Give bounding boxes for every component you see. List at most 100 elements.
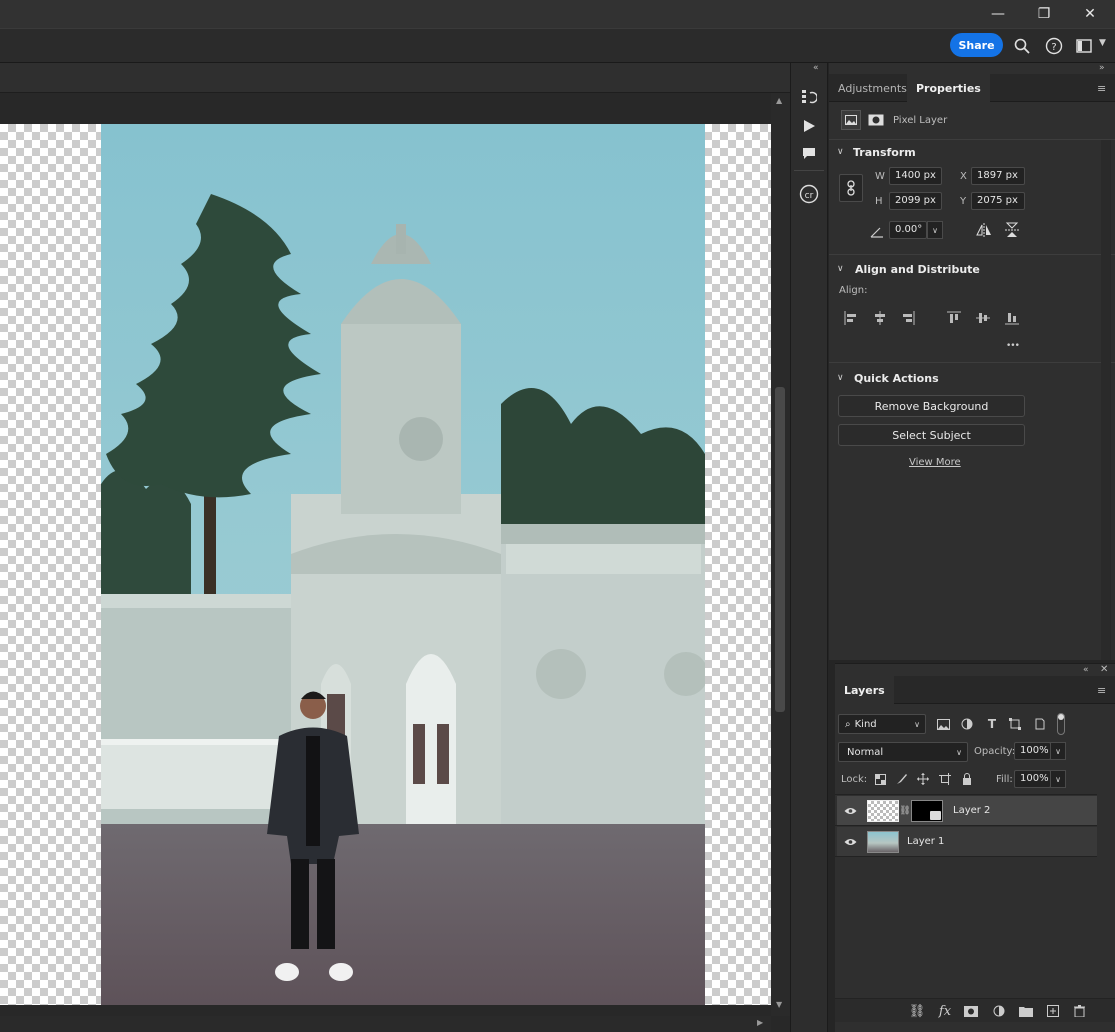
collapse-panels-icon[interactable]: « [813, 63, 819, 73]
opacity-dropdown[interactable]: ∨ [1050, 742, 1066, 760]
search-icon[interactable] [1011, 35, 1033, 57]
chevron-down-icon[interactable]: ∨ [837, 373, 844, 383]
properties-scrollbar[interactable] [1101, 140, 1111, 660]
angle-dropdown[interactable]: ∨ [927, 221, 943, 239]
scroll-up-icon[interactable]: ▲ [776, 96, 782, 105]
creative-cloud-libraries-icon[interactable]: cr [798, 183, 820, 205]
filter-shape-icon[interactable] [1006, 715, 1024, 733]
view-more-link[interactable]: View More [909, 457, 961, 468]
close-window-button[interactable]: ✕ [1067, 0, 1113, 28]
share-button[interactable]: Share [950, 33, 1003, 57]
eye-icon[interactable] [837, 838, 863, 846]
remove-background-button[interactable]: Remove Background [838, 395, 1025, 417]
tab-layers[interactable]: Layers [835, 676, 894, 704]
comments-icon[interactable] [798, 143, 820, 165]
delete-layer-icon[interactable] [1070, 1002, 1088, 1020]
link-layers-icon[interactable]: ⛓ [908, 1002, 926, 1020]
scroll-right-icon[interactable]: ▶ [757, 1018, 763, 1027]
layer-row-layer-1[interactable]: Layer 1 [837, 827, 1097, 856]
history-icon[interactable] [798, 86, 820, 108]
layer-filter-dropdown[interactable]: ⌕ Kind ∨ [838, 714, 926, 734]
flip-horizontal-icon[interactable] [975, 221, 993, 239]
height-field[interactable]: 2099 px [889, 192, 942, 210]
panel-icon-strip [790, 63, 828, 1032]
chevron-down-icon[interactable]: ∨ [837, 264, 844, 274]
layer-name[interactable]: Layer 1 [907, 836, 944, 847]
scroll-down-icon[interactable]: ▼ [776, 1000, 782, 1009]
mask-badge-icon [930, 810, 941, 820]
align-label: Align: [839, 285, 868, 296]
filter-type-icon[interactable]: T [983, 715, 1001, 733]
fx-icon[interactable]: fx [936, 1002, 954, 1020]
lock-artboard-icon[interactable] [936, 770, 954, 788]
lock-all-icon[interactable] [958, 770, 976, 788]
align-left-edges-icon[interactable] [842, 309, 860, 327]
align-section-title[interactable]: Align and Distribute [855, 263, 980, 276]
divider [829, 362, 1115, 363]
layer-mask-thumbnail[interactable] [911, 799, 943, 822]
more-align-options-button[interactable]: ••• [1006, 341, 1020, 351]
filter-smart-object-icon[interactable] [1031, 715, 1049, 733]
minimize-button[interactable]: — [975, 0, 1021, 28]
opacity-field[interactable]: 100% [1014, 742, 1051, 760]
chain-link-icon[interactable]: ⛓ [899, 806, 911, 816]
transform-section-title[interactable]: Transform [853, 146, 916, 159]
quick-actions-section-title[interactable]: Quick Actions [854, 372, 939, 385]
new-group-icon[interactable] [1017, 1002, 1035, 1020]
flip-vertical-icon[interactable] [1003, 221, 1021, 239]
expand-panels-icon[interactable]: » [1099, 63, 1105, 73]
chevron-down-icon[interactable]: ∨ [837, 147, 844, 157]
chevron-down-icon: ∨ [914, 719, 920, 729]
collapse-layers-icon[interactable]: « [1083, 665, 1089, 675]
align-bottom-edges-icon[interactable] [1003, 309, 1021, 327]
angle-icon [870, 223, 884, 242]
add-mask-icon[interactable] [962, 1002, 980, 1020]
align-top-edges-icon[interactable] [945, 309, 963, 327]
blend-mode-dropdown[interactable]: Normal ∨ [838, 742, 968, 762]
layers-menu-icon[interactable]: ≡ [1097, 684, 1106, 697]
divider [835, 794, 1097, 795]
angle-field[interactable]: 0.00° [889, 221, 927, 239]
canvas-photo[interactable] [101, 124, 705, 1005]
align-right-edges-icon[interactable] [899, 309, 917, 327]
restore-button[interactable]: ❐ [1021, 0, 1067, 28]
align-vertical-centers-icon[interactable] [974, 309, 992, 327]
layer-row-layer-2[interactable]: ⛓ Layer 2 [837, 796, 1097, 825]
link-dimensions-icon[interactable] [839, 174, 863, 202]
select-subject-button[interactable]: Select Subject [838, 424, 1025, 446]
play-actions-icon[interactable] [798, 115, 820, 137]
new-layer-icon[interactable] [1044, 1002, 1062, 1020]
title-bar [0, 0, 1115, 28]
help-icon[interactable]: ? [1043, 35, 1065, 57]
eye-icon[interactable] [837, 807, 863, 815]
lock-image-pixels-icon[interactable] [893, 770, 911, 788]
fill-dropdown[interactable]: ∨ [1050, 770, 1066, 788]
lock-transparent-pixels-icon[interactable] [871, 770, 889, 788]
pixel-layer-icon [841, 110, 861, 130]
adjustment-layer-icon[interactable] [990, 1002, 1008, 1020]
tab-properties[interactable]: Properties [907, 74, 990, 102]
layer-mask-icon[interactable] [866, 110, 886, 130]
layer-name[interactable]: Layer 2 [953, 805, 990, 816]
vertical-scroll-thumb[interactable] [775, 387, 785, 712]
y-position-field[interactable]: 2075 px [971, 192, 1025, 210]
strip-divider [794, 170, 824, 171]
horizontal-scrollbar[interactable] [0, 1016, 771, 1032]
y-label: Y [960, 196, 967, 207]
fill-field[interactable]: 100% [1014, 770, 1051, 788]
divider [835, 825, 1097, 826]
document-tab-strip [0, 63, 790, 93]
filter-pixel-icon[interactable] [934, 715, 952, 733]
tab-adjustments[interactable]: Adjustments [829, 74, 916, 102]
align-horizontal-centers-icon[interactable] [871, 309, 889, 327]
panel-menu-icon[interactable]: ≡ [1097, 82, 1106, 95]
filter-toggle-switch[interactable] [1057, 713, 1065, 735]
chevron-down-icon: ∨ [956, 747, 962, 757]
width-field[interactable]: 1400 px [889, 167, 942, 185]
close-panel-icon[interactable]: ✕ [1100, 664, 1108, 675]
lock-position-icon[interactable] [914, 770, 932, 788]
filter-adjustment-icon[interactable] [958, 715, 976, 733]
chevron-down-icon[interactable]: ▼ [1099, 38, 1106, 48]
x-position-field[interactable]: 1897 px [971, 167, 1025, 185]
workspace-icon[interactable] [1073, 35, 1095, 57]
